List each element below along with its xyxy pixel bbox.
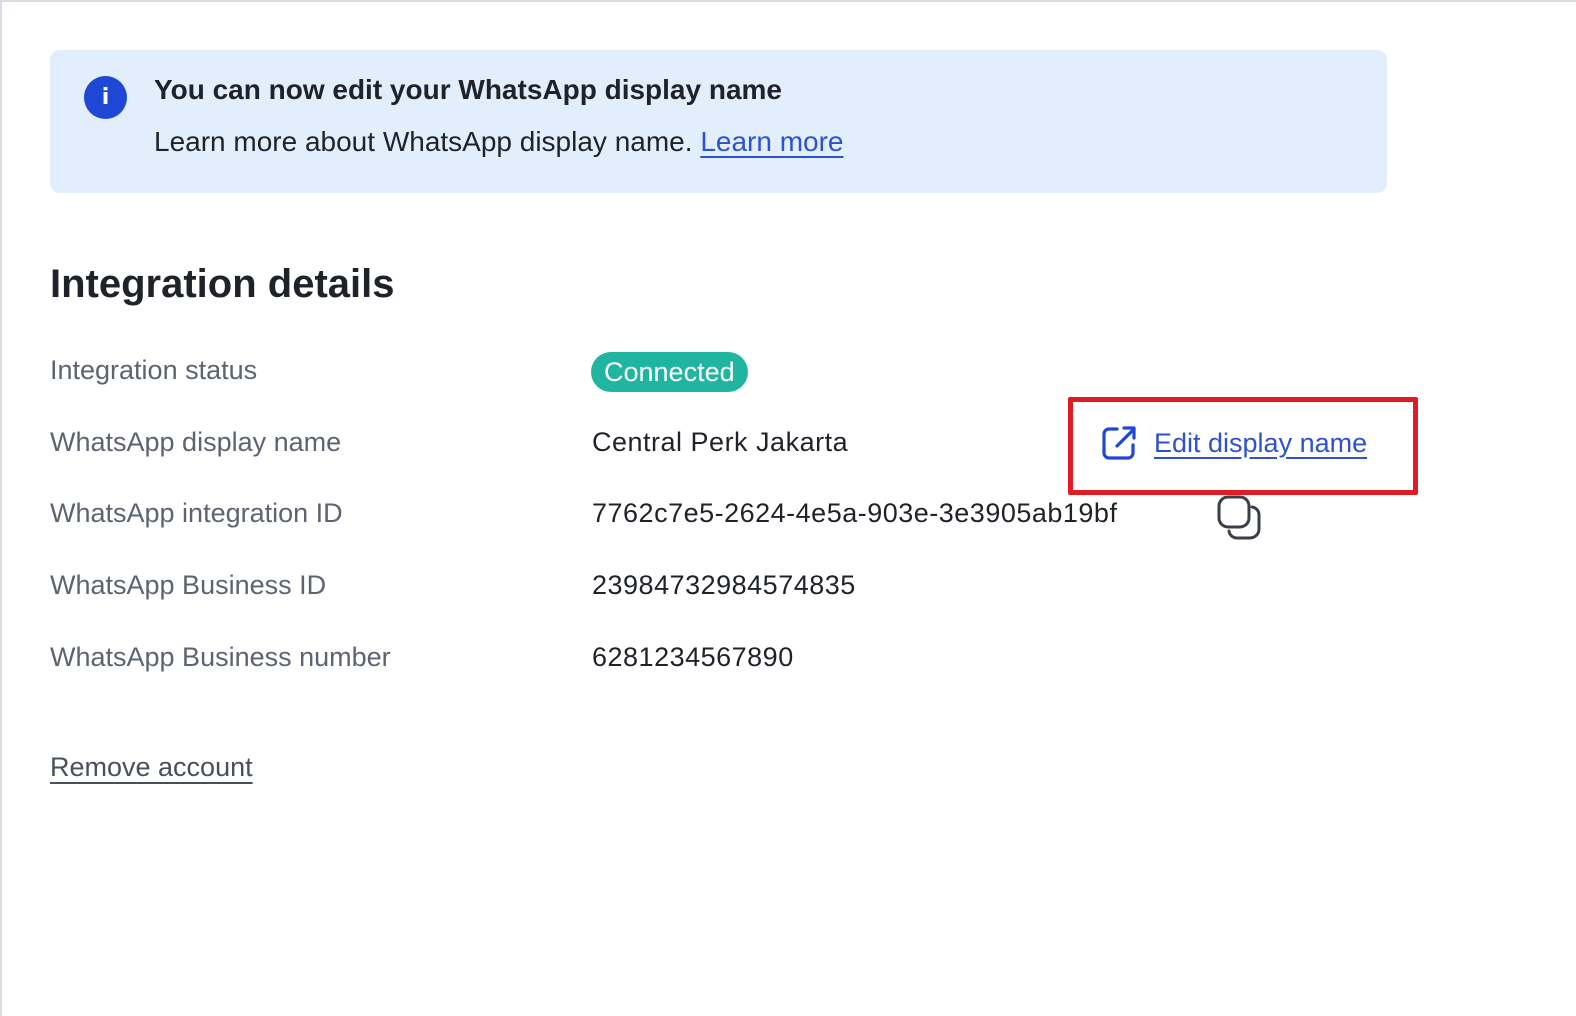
business-number-label: WhatsApp Business number <box>50 642 391 673</box>
copy-icon[interactable] <box>1216 494 1262 540</box>
business-number-value: 6281234567890 <box>592 642 794 673</box>
banner-description: Learn more about WhatsApp display name. <box>154 126 693 157</box>
display-name-label: WhatsApp display name <box>50 427 341 458</box>
info-banner <box>50 50 1387 193</box>
edit-display-name-label: Edit display name <box>1154 428 1367 459</box>
info-icon: i <box>84 76 127 119</box>
integration-status-label: Integration status <box>50 355 257 386</box>
learn-more-link[interactable]: Learn more <box>700 126 843 157</box>
integration-id-label: WhatsApp integration ID <box>50 498 343 529</box>
edit-display-name-link[interactable]: Edit display name <box>1100 424 1367 462</box>
banner-text: Learn more about WhatsApp display name. … <box>154 126 844 158</box>
business-id-label: WhatsApp Business ID <box>50 570 326 601</box>
external-link-icon <box>1100 424 1138 462</box>
integration-id-value: 7762c7e5-2624-4e5a-903e-3e3905ab19bf <box>592 498 1117 529</box>
remove-account-link[interactable]: Remove account <box>50 752 253 783</box>
status-badge: Connected <box>591 352 748 392</box>
banner-title: You can now edit your WhatsApp display n… <box>154 74 782 106</box>
display-name-value: Central Perk Jakarta <box>592 427 848 458</box>
business-id-value: 23984732984574835 <box>592 570 856 601</box>
section-title: Integration details <box>50 262 395 307</box>
